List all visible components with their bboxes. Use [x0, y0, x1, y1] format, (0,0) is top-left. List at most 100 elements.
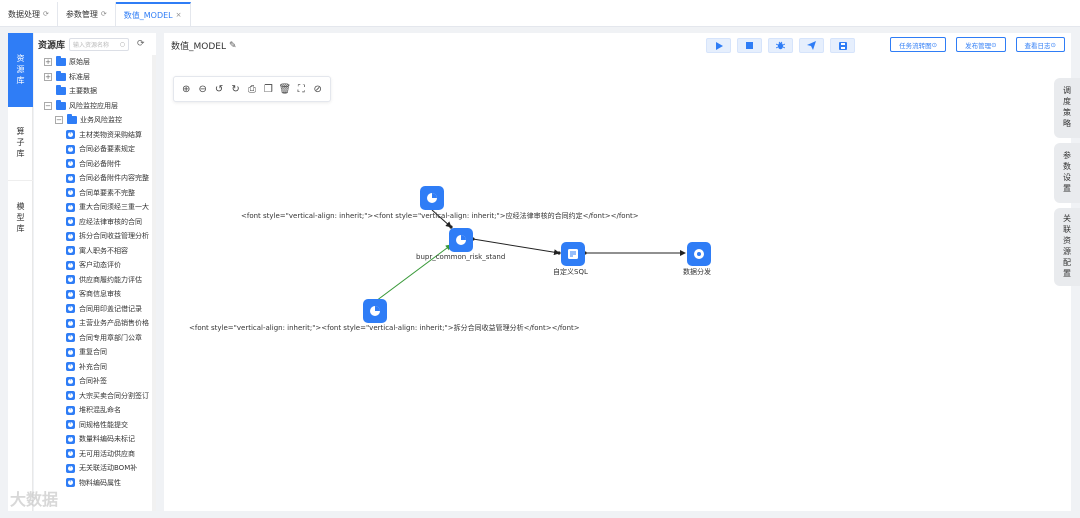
- tree-leaf[interactable]: 拆分合同收益管理分析: [34, 229, 156, 244]
- tree-leaf[interactable]: 合同用印盖记借记录: [34, 302, 156, 317]
- resource-panel-title: 资源库: [38, 40, 66, 51]
- task-flow-button[interactable]: 任务流转图 ⊙: [890, 37, 947, 52]
- edge-n2-n4[interactable]: [472, 238, 560, 256]
- tree-leaf[interactable]: 合同必备要素规定: [34, 142, 156, 157]
- tree-item-label: 主材类物资采购结算: [79, 130, 142, 139]
- tree-leaf[interactable]: 重复合同: [34, 345, 156, 360]
- refresh-icon[interactable]: ⟳: [137, 39, 145, 49]
- tree-leaf[interactable]: 寓人职务不相容: [34, 244, 156, 259]
- tree-leaf[interactable]: 合同专用章部门公章: [34, 331, 156, 346]
- tree-leaf[interactable]: 供应商履约能力评估: [34, 273, 156, 288]
- flow-node-risk-stand[interactable]: [449, 228, 473, 252]
- resource-scrollbar[interactable]: [152, 55, 156, 511]
- drawer-param-settings[interactable]: 参数设置: [1054, 143, 1080, 203]
- dataset-icon: [66, 347, 75, 357]
- tree-folder[interactable]: + 原始层: [34, 55, 156, 70]
- refresh-icon[interactable]: ⟳: [43, 10, 49, 18]
- sql-icon: [568, 249, 578, 259]
- tree-leaf[interactable]: 应经法律审核的合同: [34, 215, 156, 230]
- tree-leaf[interactable]: 大宗买卖合同分割签订: [34, 389, 156, 404]
- tree-leaf[interactable]: 客商信息审核: [34, 287, 156, 302]
- dataset-icon: [66, 217, 75, 227]
- tree-leaf[interactable]: 重大合同须经三重一大: [34, 200, 156, 215]
- zoom-out-icon[interactable]: ⊖: [196, 84, 210, 95]
- model-title: 数值_MODEL ✎: [171, 40, 237, 53]
- redo-icon[interactable]: ↻: [229, 84, 243, 95]
- tree-item-label: 合同用印盖记借记录: [79, 304, 142, 313]
- vnav-model-library[interactable]: 模型库: [8, 181, 33, 255]
- zoom-in-icon[interactable]: ⊕: [179, 84, 193, 95]
- edit-icon[interactable]: ✎: [229, 41, 237, 51]
- vnav-resource-library[interactable]: 资源库: [8, 33, 33, 107]
- tree-leaf[interactable]: 堆积混乱命名: [34, 403, 156, 418]
- tree-leaf[interactable]: 主材类物资采购结算: [34, 128, 156, 143]
- dataset-icon: [66, 173, 75, 183]
- tree-item-label: 同规格性能提交: [79, 420, 128, 429]
- flow-node-custom-sql[interactable]: [561, 242, 585, 266]
- tree-leaf[interactable]: 客户动态评价: [34, 258, 156, 273]
- folder-icon: [56, 85, 66, 96]
- tree-leaf[interactable]: 合同必备附件内容完整: [34, 171, 156, 186]
- tree-leaf[interactable]: 合同补签: [34, 374, 156, 389]
- drawer-schedule-strategy[interactable]: 调度策略: [1054, 78, 1080, 138]
- dataset-icon: [66, 376, 75, 386]
- watermark-logo: 大数据: [10, 490, 59, 509]
- undo-icon[interactable]: ↺: [212, 84, 226, 95]
- tree-folder[interactable]: 主要数据: [34, 84, 156, 99]
- tab-param-manage[interactable]: 参数管理 ⟳: [58, 2, 116, 26]
- tree-leaf[interactable]: 无关联活动BOM补: [34, 461, 156, 476]
- collapse-icon[interactable]: −: [44, 101, 52, 110]
- send-button[interactable]: [799, 38, 824, 53]
- save-icon: [838, 41, 847, 50]
- collapse-icon[interactable]: −: [55, 116, 63, 125]
- expand-icon[interactable]: +: [44, 58, 52, 67]
- export-icon[interactable]: ⎙: [245, 84, 259, 95]
- tab-data-processing[interactable]: 数据处理 ⟳: [0, 2, 58, 26]
- dataset-icon: [66, 231, 75, 241]
- save-button[interactable]: [830, 38, 855, 53]
- tree-leaf[interactable]: 无可用活动供应商: [34, 447, 156, 462]
- drawer-related-resources[interactable]: 关联资源配置: [1054, 208, 1080, 286]
- refresh-icon[interactable]: ⟳: [101, 10, 107, 18]
- tree-folder[interactable]: − 业务风险监控: [34, 113, 156, 128]
- vnav-operator-library[interactable]: 算子库: [8, 107, 33, 181]
- resource-tree: + 原始层 + 标准层 主要数据 − 风险监控应用层 − 业务风险监控 主材类物资采购结算 合同必备…: [34, 55, 156, 490]
- send-icon: [807, 41, 816, 50]
- tree-leaf[interactable]: 数量料编码未标记: [34, 432, 156, 447]
- stop-icon: [746, 42, 753, 49]
- tree-leaf[interactable]: 主营业务产品销售价格: [34, 316, 156, 331]
- run-button[interactable]: [706, 38, 731, 53]
- dataset-icon: [66, 304, 75, 314]
- tree-item-label: 重大合同须经三重一大: [79, 203, 149, 212]
- pie-chart-icon: [370, 306, 380, 316]
- tree-item-label: 寓人职务不相容: [79, 246, 128, 255]
- tree-item-label: 风险监控应用层: [69, 101, 118, 110]
- stop-button[interactable]: [737, 38, 762, 53]
- flow-node-data-distribute[interactable]: [687, 242, 711, 266]
- flow-node-legal-review[interactable]: [420, 186, 444, 210]
- search-icon[interactable]: ○: [120, 41, 125, 48]
- node-label-legal-review: <font style="vertical-align: inherit;"><…: [241, 212, 639, 220]
- tab-model[interactable]: 数值_MODEL ×: [115, 2, 191, 26]
- tree-leaf[interactable]: 补充合同: [34, 360, 156, 375]
- tree-leaf[interactable]: 合同单要素不完整: [34, 186, 156, 201]
- fullscreen-icon[interactable]: ⛶: [294, 84, 308, 95]
- resource-search-input[interactable]: 输入资源名称 ○: [69, 37, 130, 51]
- expand-icon[interactable]: +: [44, 72, 52, 81]
- close-icon[interactable]: ×: [176, 11, 182, 19]
- tree-item-label: 补充合同: [79, 362, 107, 371]
- folder-icon: [56, 70, 66, 81]
- publish-manage-button[interactable]: 发布管理 ⊙: [956, 37, 1006, 52]
- tree-leaf[interactable]: 合同必备附件: [34, 157, 156, 172]
- node-label-custom-sql: 自定义SQL: [553, 268, 588, 276]
- tree-item-label: 堆积混乱命名: [79, 406, 121, 415]
- tree-leaf[interactable]: 同规格性能提交: [34, 418, 156, 433]
- debug-button[interactable]: [768, 38, 793, 53]
- copy-icon[interactable]: ❐: [261, 84, 275, 95]
- reset-icon[interactable]: ⊘: [311, 84, 325, 95]
- tree-folder[interactable]: + 标准层: [34, 70, 156, 85]
- delete-icon[interactable]: 🗑: [278, 84, 292, 95]
- flow-node-split-contract[interactable]: [363, 299, 387, 323]
- tree-folder[interactable]: − 风险监控应用层: [34, 99, 156, 114]
- view-log-button[interactable]: 查看日志 ⊙: [1015, 37, 1065, 52]
